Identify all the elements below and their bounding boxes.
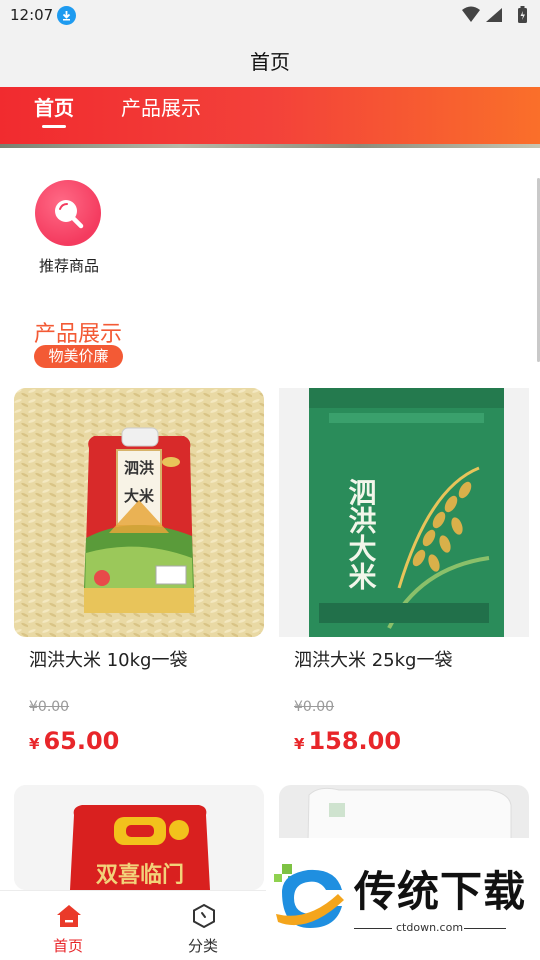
watermark-divider	[464, 928, 506, 929]
product-image[interactable]: 泗洪大米	[279, 388, 529, 637]
tab-active-indicator	[42, 125, 66, 128]
nav-category-label[interactable]: 分类	[163, 935, 243, 956]
section-title: 产品展示	[34, 322, 123, 347]
bag1-label-a: 泗洪	[124, 459, 154, 477]
nav-category[interactable]: 分类	[163, 891, 243, 960]
product-name[interactable]: 泗洪大米 10kg一袋	[29, 646, 187, 672]
product-old-price: ¥0.00	[29, 699, 70, 715]
bag2-label: 泗洪大米	[345, 478, 378, 590]
price-amount: 65.00	[43, 727, 120, 755]
status-time: 12:07	[10, 6, 54, 24]
product-card[interactable]: 泗洪 大米 泗洪大米 10kg一袋 ¥0.00 ¥65.00	[14, 388, 264, 768]
tab-home[interactable]: 首页	[34, 92, 74, 121]
search-icon	[55, 200, 84, 229]
bag3-label: 双喜临门	[96, 862, 184, 888]
nav-home[interactable]: 首页	[28, 891, 108, 960]
tab-bar: 首页 产品展示	[0, 87, 540, 144]
page-title: 首页	[250, 50, 290, 74]
category-icon	[193, 903, 215, 929]
currency-symbol: ¥	[29, 735, 40, 753]
recommend-button[interactable]	[35, 180, 101, 246]
product-old-price: ¥0.00	[294, 699, 335, 715]
watermark-url: ctdown.com	[396, 921, 464, 934]
product-image[interactable]: 泗洪 大米	[14, 388, 264, 637]
currency-symbol: ¥	[294, 735, 305, 753]
product-name[interactable]: 泗洪大米 25kg一袋	[294, 646, 452, 672]
price-amount: 158.00	[308, 727, 402, 755]
product-card[interactable]: 双喜临门	[14, 785, 264, 890]
status-bar: 12:07	[0, 0, 540, 32]
recommend-label[interactable]: 推荐商品	[30, 255, 108, 276]
nav-home-label[interactable]: 首页	[28, 935, 108, 956]
product-price: ¥65.00	[29, 727, 119, 755]
product-card[interactable]: 泗洪大米 泗洪大米 25kg一袋 ¥0.00 ¥158.00	[279, 388, 529, 768]
system-status-icons	[462, 6, 527, 23]
watermark-logo-icon	[274, 864, 344, 928]
banner-edge	[0, 144, 540, 148]
download-icon	[57, 6, 76, 25]
tab-products[interactable]: 产品展示	[121, 92, 201, 121]
product-image[interactable]: 双喜临门	[14, 785, 264, 890]
watermark: 传统下载 ctdown.com	[266, 838, 540, 942]
home-icon	[57, 905, 81, 927]
section-badge: 物美价廉	[34, 345, 123, 368]
watermark-text: 传统下载	[354, 867, 527, 916]
watermark-divider	[354, 928, 392, 929]
product-price: ¥158.00	[294, 727, 401, 755]
app-title-bar: 首页	[0, 32, 540, 87]
